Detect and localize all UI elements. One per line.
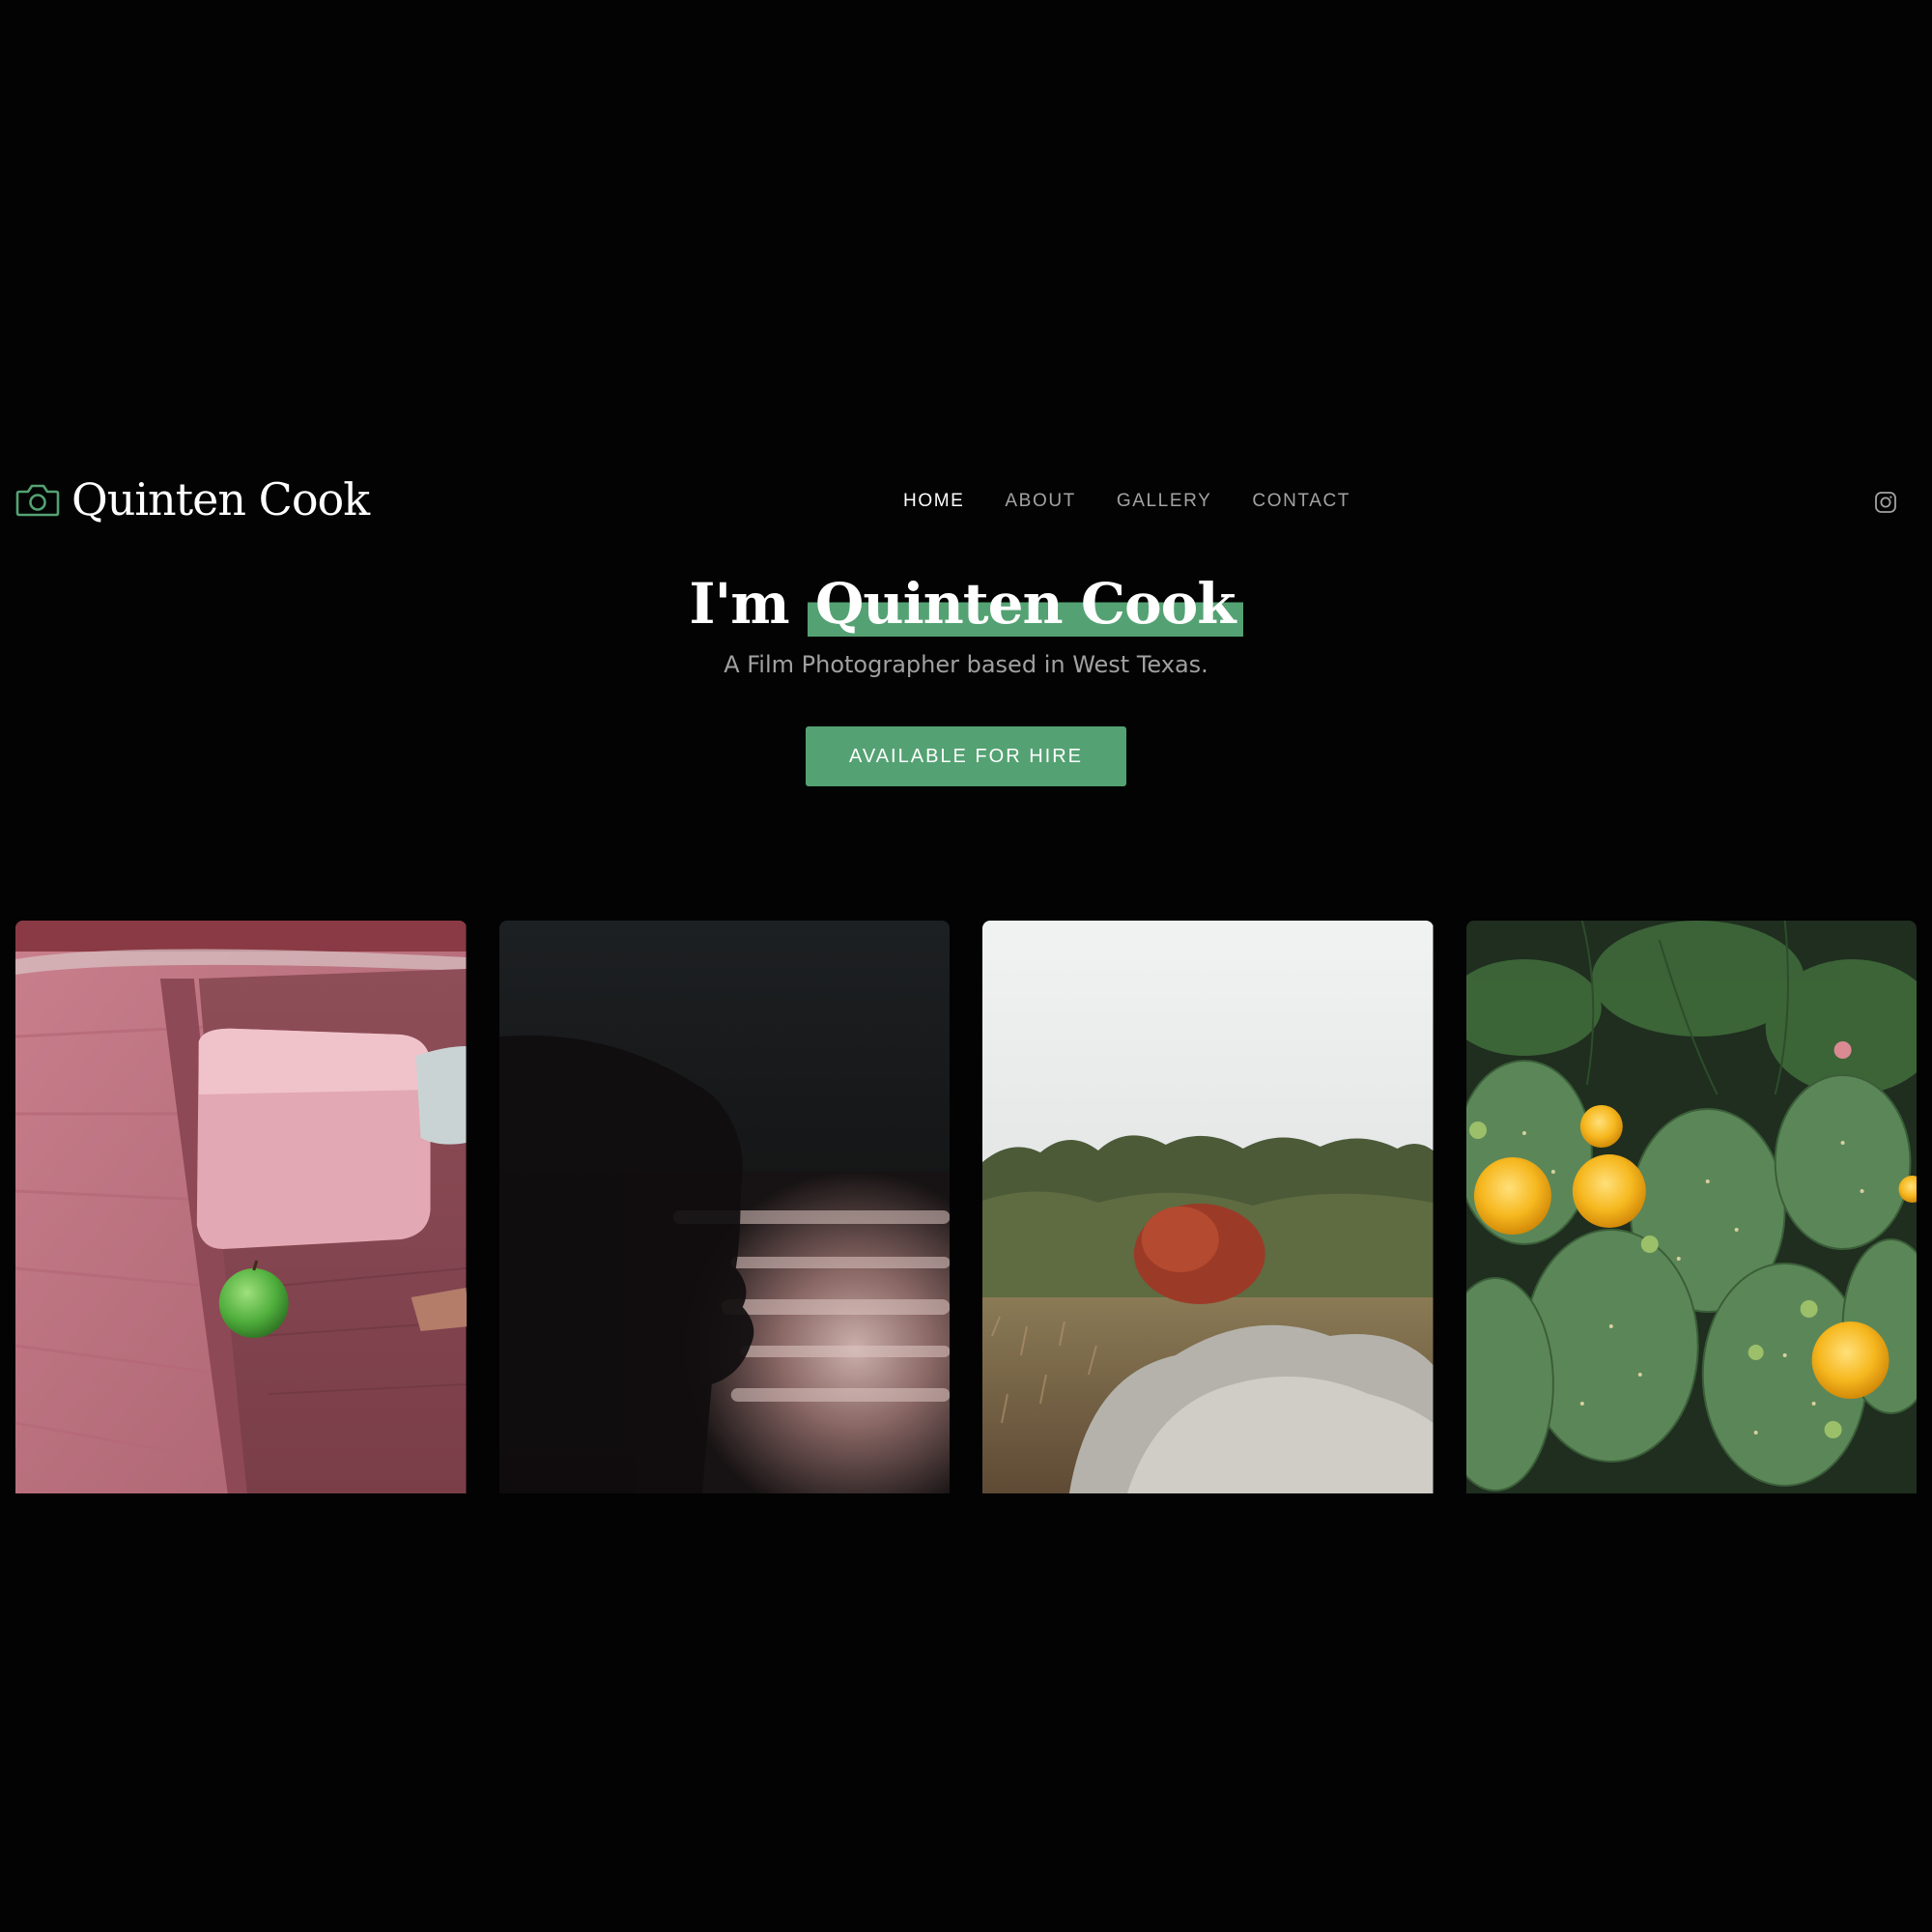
car-seat-photo-image [15, 921, 467, 1493]
nav-item-home[interactable]: HOME [903, 491, 964, 512]
page: Quinten Cook HOME ABOUT GALLERY CONTACT … [0, 0, 1932, 1932]
main-nav: HOME ABOUT GALLERY CONTACT [903, 491, 1350, 512]
hero-subtitle: A Film Photographer based in West Texas. [724, 651, 1208, 678]
blurred-portrait-photo-image [498, 921, 950, 1493]
camera-icon [15, 484, 60, 517]
instagram-icon [1875, 492, 1896, 513]
nav-item-about[interactable]: ABOUT [1005, 491, 1075, 512]
available-for-hire-button[interactable]: AVAILABLE FOR HIRE [806, 726, 1126, 786]
nav-item-contact[interactable]: CONTACT [1252, 491, 1350, 512]
hero-title: I'm Quinten Cook [0, 568, 1932, 639]
photo-gallery [15, 921, 1917, 1493]
gallery-photo-landscape[interactable] [982, 921, 1434, 1493]
nav-item-gallery[interactable]: GALLERY [1117, 491, 1212, 512]
gallery-photo-car-seat[interactable] [15, 921, 467, 1493]
gallery-photo-prickly-pear[interactable] [1465, 921, 1917, 1493]
site-header: Quinten Cook HOME ABOUT GALLERY CONTACT [0, 464, 1932, 541]
prickly-pear-photo-image [1465, 921, 1917, 1493]
hero-title-prefix: I'm [689, 571, 789, 637]
landscape-photo-image [982, 921, 1434, 1493]
brand-name: Quinten Cook [71, 473, 370, 526]
gallery-photo-blurred-portrait[interactable] [498, 921, 950, 1493]
instagram-link[interactable] [1874, 491, 1897, 514]
hero-title-highlight: Quinten Cook [807, 571, 1243, 637]
brand-logo-link[interactable]: Quinten Cook [15, 473, 370, 526]
